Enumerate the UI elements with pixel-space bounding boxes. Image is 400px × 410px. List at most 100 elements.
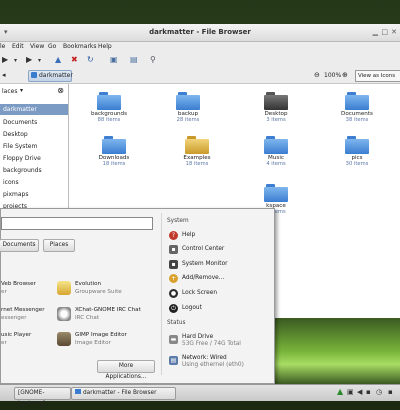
lock-icon: ● <box>169 289 178 298</box>
help-icon: ? <box>169 231 178 240</box>
examples-folder-icon <box>185 136 209 154</box>
folder-item[interactable]: Music 4 items <box>256 136 296 167</box>
folder-icon <box>345 136 369 154</box>
folder-item[interactable]: backup 28 items <box>168 92 208 123</box>
app-name: rnet Messenger <box>1 307 45 313</box>
main-menu: Documents Places Veb Browser er Evolutio… <box>0 208 275 384</box>
sidebar-item-label: darkmatter <box>3 106 37 113</box>
sidebar-header-label: laces <box>2 88 18 95</box>
sidebar-item-label: Documents <box>3 119 38 126</box>
more-applications-button[interactable]: More Applications... <box>97 360 155 380</box>
up-arrow-icon[interactable]: ▲ <box>55 55 61 64</box>
folder-count: 88 items <box>97 117 121 123</box>
app-desc: er <box>1 340 7 346</box>
task-file-browser[interactable]: darkmatter - File Browser <box>71 387 176 400</box>
stop-icon[interactable]: ✖ <box>71 55 78 64</box>
app-name: GIMP Image Editor <box>75 332 127 338</box>
sidebar-item-darkmatter[interactable]: darkmatter <box>0 104 68 115</box>
sidebar-item-filesystem[interactable]: File System <box>0 141 68 152</box>
hard-drive-icon: ▬ <box>169 335 178 344</box>
close-icon[interactable]: ✕ <box>391 28 397 36</box>
network-tray-icon[interactable]: ▣ <box>347 388 354 396</box>
app-evolution[interactable]: Evolution Groupware Suite <box>57 279 135 301</box>
folder-icon <box>97 92 121 110</box>
sidebar-item-label: Floppy Drive <box>3 155 41 162</box>
back-dropdown-icon[interactable]: ▾ <box>14 57 17 64</box>
volume-icon[interactable]: ◀ <box>357 388 362 396</box>
home-icon[interactable]: ▤ <box>130 55 138 64</box>
app-name: XChat-GNOME IRC Chat <box>75 307 141 313</box>
sidebar-item-floppy[interactable]: Floppy Drive <box>0 153 68 164</box>
close-sidebar-icon[interactable]: ⊗ <box>57 86 64 95</box>
search-input[interactable] <box>1 217 153 230</box>
folder-count: 18 items <box>102 161 126 167</box>
folder-count: 4 items <box>266 161 286 167</box>
menu-bookmarks[interactable]: Bookmarks <box>63 43 97 50</box>
window-titlebar[interactable]: ▾ darkmatter - File Browser ▁ □ ✕ <box>0 24 400 42</box>
sidebar-item-label: pixmaps <box>3 191 29 198</box>
folder-item[interactable]: pics 30 items <box>337 136 377 167</box>
control-center-icon: ▪ <box>169 245 178 254</box>
location-toggle-icon[interactable]: ◂ <box>2 71 6 79</box>
zoom-out-icon[interactable]: ⊖ <box>314 71 320 79</box>
system-item-label: Control Center <box>182 246 225 252</box>
system-item-label: Help <box>182 232 196 238</box>
menu-view[interactable]: View <box>30 43 44 50</box>
menu-edit[interactable]: Edit <box>12 43 24 50</box>
app-desc: essenger <box>1 315 27 321</box>
bottom-panel: [GNOME-Look.org] darkmatter - File Brows… <box>0 384 400 407</box>
app-gimp[interactable]: GIMP Image Editor Image Editor <box>57 330 135 352</box>
computer-icon[interactable]: ▣ <box>110 55 118 64</box>
window-title: darkmatter - File Browser <box>149 28 251 36</box>
minimize-icon[interactable]: ▁ <box>373 28 378 36</box>
sidebar-item-icons[interactable]: icons <box>0 177 68 188</box>
tray-icon[interactable]: ▪ <box>366 388 371 396</box>
back-arrow-icon[interactable]: ▶ <box>2 55 8 64</box>
sidebar-item-label: Desktop <box>3 131 28 138</box>
status-name: Network: Wired <box>182 355 227 361</box>
menu-file[interactable]: le <box>0 43 5 50</box>
sidebar-item-documents[interactable]: Documents <box>0 117 68 128</box>
sidebar-item-desktop[interactable]: Desktop <box>0 129 68 140</box>
clock-icon[interactable]: ◷ <box>376 388 382 396</box>
maximize-icon[interactable]: □ <box>381 28 388 36</box>
folder-count: 18 items <box>185 161 209 167</box>
forward-arrow-icon[interactable]: ▶ <box>26 55 32 64</box>
folder-item[interactable]: Documents 38 items <box>337 92 377 123</box>
reload-icon[interactable]: ↻ <box>87 55 94 64</box>
chevron-down-icon[interactable]: ▾ <box>20 87 23 94</box>
view-mode-select[interactable]: View as Icons <box>355 70 400 82</box>
folder-icon <box>75 389 81 394</box>
folder-item[interactable]: Examples 18 items <box>177 136 217 167</box>
app-xchat[interactable]: XChat-GNOME IRC Chat IRC Chat <box>57 305 141 327</box>
zoom-in-icon[interactable]: ⊕ <box>342 71 348 79</box>
tray-extra-icon[interactable]: ▪ <box>388 388 393 396</box>
zoom-level[interactable]: 100% <box>324 72 341 79</box>
status-header: Status <box>167 320 186 326</box>
menu-help[interactable]: Help <box>98 43 112 50</box>
folder-item[interactable]: Desktop 3 items <box>256 92 296 123</box>
forward-dropdown-icon[interactable]: ▾ <box>38 57 41 64</box>
app-name: Evolution <box>75 281 102 287</box>
folder-item[interactable]: Downloads 18 items <box>94 136 134 167</box>
app-desc: Image Editor <box>75 340 111 346</box>
menu-go[interactable]: Go <box>48 43 56 50</box>
sidebar-item-backgrounds[interactable]: backgrounds <box>0 165 68 176</box>
system-item-label: Logout <box>182 305 202 311</box>
gimp-icon <box>57 332 71 346</box>
sidebar: laces ▾ ⊗ darkmatter Documents Desktop F… <box>0 84 69 209</box>
path-crumb[interactable]: darkmatter <box>28 70 73 82</box>
add-remove-icon: + <box>169 274 178 283</box>
sidebar-item-label: icons <box>3 179 19 186</box>
system-item-label: System Monitor <box>182 261 228 267</box>
task-gnome-look[interactable]: [GNOME-Look.org] <box>14 387 71 407</box>
sidebar-item-pixmaps[interactable]: pixmaps <box>0 189 68 200</box>
update-icon[interactable]: ▲ <box>337 387 343 396</box>
sidebar-header[interactable]: laces ▾ ⊗ <box>0 86 68 98</box>
menubar: le Edit View Go Bookmarks Help <box>0 42 400 52</box>
folder-icon <box>176 92 200 110</box>
search-icon[interactable]: ⚲ <box>150 55 156 64</box>
places-button[interactable]: Places <box>43 239 75 252</box>
documents-button[interactable]: Documents <box>0 239 39 252</box>
folder-item[interactable]: backgrounds 88 items <box>89 92 129 123</box>
